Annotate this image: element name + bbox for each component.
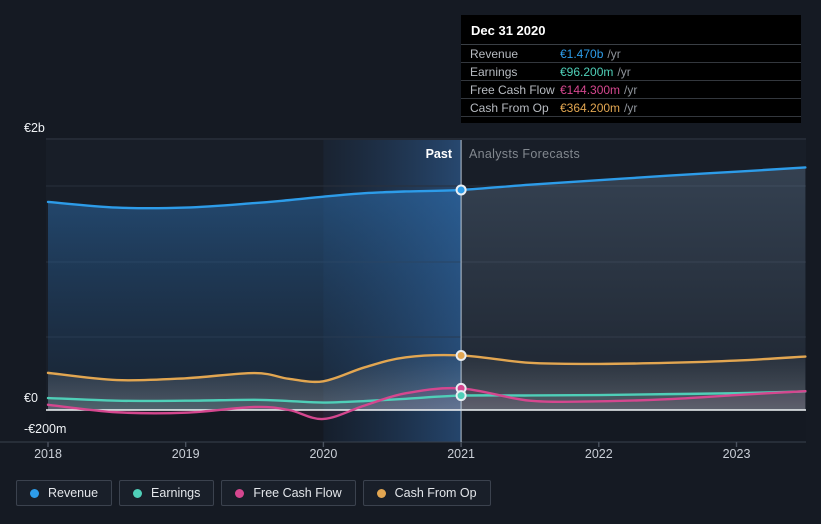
cash-from-op-marker [455,349,467,361]
tooltip-date: Dec 31 2020 [461,15,801,45]
x-axis-label-2022: 2022 [584,447,613,461]
legend-item-free_cash_flow[interactable]: Free Cash Flow [221,480,356,506]
tooltip-row-revenue: Revenue €1.470b/yr [461,45,801,63]
tooltip-row-value: €1.470b [560,46,604,61]
revenue-marker [455,184,467,196]
y-axis-label: €0 [24,391,38,405]
legend-dot-cash_from_op [376,488,386,498]
tooltip-row-unit: /yr [624,100,638,115]
stock-financials-chart-screen: €2b €0 -€200m 2018 2019 2020 2021 2022 2023 Pas… [0,0,821,524]
analysts-forecasts-section-label: Analysts Forecasts [469,147,580,161]
legend-dot-revenue [30,488,39,498]
legend-item-revenue[interactable]: Revenue [16,480,113,506]
legend-dot-earnings [133,488,143,498]
tooltip-rows: Revenue €1.470b/yr Earnings €96.200m/yr Free… [461,45,801,117]
x-axis-label-2023: 2023 [722,447,751,461]
tooltip-row-free_cash_flow: Free Cash Flow €144.300m/yr [461,81,801,99]
earnings-marker [455,390,467,402]
x-axis-label-2018: 2018 [34,447,62,461]
chart-tooltip: Dec 31 2020 Revenue €1.470b/yr Earnings €96… [461,15,801,123]
y-axis-label: -€200m [24,422,67,436]
legend-dot-free_cash_flow [235,488,245,498]
tooltip-row-unit: /yr [617,64,631,79]
legend-item-cash_from_op[interactable]: Cash From Op [362,480,491,506]
tooltip-row-unit: /yr [624,82,638,97]
x-axis-label-2021: 2021 [447,447,475,461]
tooltip-row-value: €144.300m [560,82,621,97]
legend-label: Cash From Op [394,486,477,500]
tooltip-row-label: Revenue [470,46,519,61]
x-axis-label-2019: 2019 [171,447,200,461]
legend-item-earnings[interactable]: Earnings [119,480,215,506]
tooltip-row-label: Cash From Op [470,100,549,115]
legend-label: Earnings [151,486,201,500]
tooltip-row-label: Earnings [470,64,518,79]
x-axis-label-2020: 2020 [309,447,338,461]
past-section-label: Past [425,147,452,161]
tooltip-row-value: €364.200m [560,100,621,115]
tooltip-row-earnings: Earnings €96.200m/yr [461,63,801,81]
tooltip-row-cash_from_op: Cash From Op €364.200m/yr [461,99,801,117]
tooltip-row-value: €96.200m [560,64,614,79]
tooltip-row-unit: /yr [607,46,621,61]
tooltip-row-label: Free Cash Flow [470,82,555,97]
legend-label: Revenue [48,486,99,500]
chart-legend: Revenue Earnings Free Cash Flow Cash From O… [16,480,491,506]
y-axis-label: €2b [24,121,45,135]
legend-label: Free Cash Flow [253,486,342,500]
